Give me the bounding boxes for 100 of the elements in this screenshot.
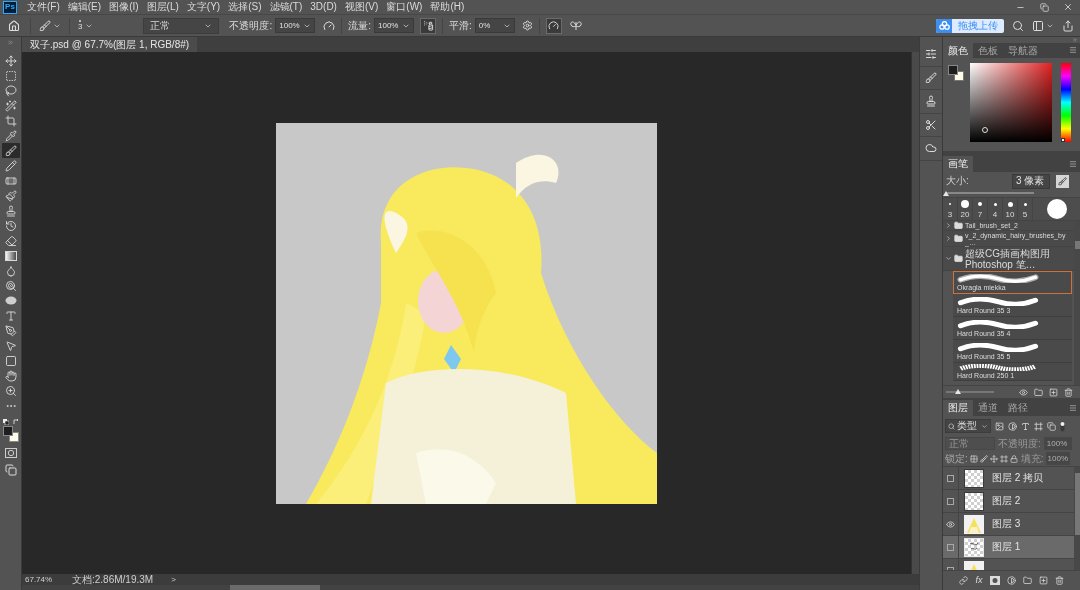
hue-marker-icon[interactable] bbox=[1061, 138, 1065, 142]
image-icon[interactable] bbox=[995, 421, 1004, 431]
panel-tab[interactable]: 图层 bbox=[943, 400, 973, 416]
half-circle-icon[interactable] bbox=[1008, 421, 1017, 431]
brush-preset-button[interactable]: 5 bbox=[1018, 198, 1033, 220]
mode-dropdown[interactable]: 正常 bbox=[143, 17, 220, 34]
layer-row[interactable]: 图层 2 bbox=[943, 490, 1074, 513]
brush-preset-button[interactable]: 10 bbox=[1003, 198, 1018, 220]
brush-preset-button[interactable]: 20 bbox=[958, 198, 973, 220]
color-field[interactable] bbox=[970, 63, 1052, 142]
home-button[interactable] bbox=[6, 17, 22, 34]
menu-item[interactable]: 文字(Y) bbox=[182, 0, 225, 14]
empty-square-icon[interactable] bbox=[947, 474, 954, 482]
eye-icon[interactable] bbox=[1019, 387, 1028, 397]
scrollbar-thumb[interactable] bbox=[1074, 241, 1080, 249]
trash-icon[interactable] bbox=[1064, 387, 1073, 397]
tool-preset-button[interactable] bbox=[39, 17, 61, 34]
vertical-scrollbar[interactable] bbox=[911, 52, 919, 574]
layer-row[interactable]: 图层 2 拷贝 bbox=[943, 467, 1074, 490]
mask-icon[interactable] bbox=[4, 448, 17, 458]
menu-item[interactable]: 图层(L) bbox=[142, 0, 183, 14]
panel-tab[interactable]: 路径 bbox=[1003, 400, 1033, 416]
frame-icon[interactable] bbox=[999, 454, 1008, 463]
menu-item[interactable]: 视图(V) bbox=[340, 0, 383, 14]
panel-tab[interactable]: 画笔 bbox=[943, 156, 973, 172]
workspace-button[interactable] bbox=[1032, 19, 1054, 32]
gauge-icon[interactable] bbox=[323, 19, 336, 32]
brush-tile-icon[interactable] bbox=[1056, 174, 1069, 188]
default-colors-icon[interactable] bbox=[2, 419, 9, 425]
brush-preset-button[interactable]: 4 bbox=[988, 198, 1003, 220]
opacity-field[interactable]: 100% bbox=[275, 18, 316, 33]
foreground-color-swatch[interactable] bbox=[2, 426, 13, 436]
menu-item[interactable]: 3D(D) bbox=[306, 0, 341, 14]
layer-name: 图层 2 拷贝 bbox=[992, 473, 1044, 483]
size-field[interactable]: 3 像素 bbox=[1012, 173, 1050, 189]
type-icon[interactable] bbox=[1021, 421, 1030, 431]
menu-icon[interactable] bbox=[1069, 46, 1077, 54]
empty-square-icon[interactable] bbox=[947, 543, 954, 551]
grid-icon[interactable] bbox=[969, 454, 978, 463]
settings-icon[interactable] bbox=[521, 20, 533, 31]
airbrush-button[interactable] bbox=[420, 17, 436, 34]
panel-tab[interactable]: 通道 bbox=[973, 400, 1003, 416]
brush-icon[interactable] bbox=[925, 71, 937, 84]
link-icon[interactable] bbox=[959, 576, 969, 585]
smoothing-field[interactable]: 0% bbox=[474, 18, 515, 33]
trash-icon[interactable] bbox=[1054, 576, 1064, 585]
layer-row[interactable]: 图层 3 bbox=[943, 513, 1074, 536]
mask-icon[interactable] bbox=[989, 576, 1000, 585]
flow-field[interactable]: 100% bbox=[374, 18, 414, 33]
panel-tab[interactable]: 色板 bbox=[973, 43, 1003, 58]
scissors-icon[interactable] bbox=[925, 118, 937, 131]
sliders-icon[interactable] bbox=[925, 48, 937, 61]
butterfly-icon[interactable] bbox=[569, 20, 582, 31]
share-icon[interactable] bbox=[1062, 19, 1074, 32]
stacked-squares-icon[interactable] bbox=[4, 464, 17, 476]
panel-tab[interactable]: 导航器 bbox=[1003, 43, 1043, 58]
empty-square-icon[interactable] bbox=[947, 497, 954, 505]
brush-folder[interactable]: 超级CG插画构图用 Photoshop 笔… bbox=[943, 247, 1074, 271]
brush-size-picker[interactable]: 3 bbox=[78, 15, 94, 36]
half-circle-icon[interactable] bbox=[1006, 576, 1016, 585]
folder-icon[interactable] bbox=[1034, 387, 1043, 397]
swap-arrow-icon[interactable] bbox=[12, 419, 19, 425]
status-menu-button[interactable]: > bbox=[171, 575, 176, 584]
hue-slider[interactable] bbox=[1061, 63, 1071, 142]
scrollbar-thumb[interactable] bbox=[1074, 473, 1080, 535]
eye-icon[interactable] bbox=[946, 519, 955, 529]
stamp-icon[interactable] bbox=[925, 95, 937, 108]
plus-square-icon[interactable] bbox=[1038, 576, 1048, 585]
brush-preset-button[interactable]: 7 bbox=[973, 198, 988, 220]
menu-item[interactable]: 帮助(H) bbox=[426, 0, 469, 14]
menu-icon[interactable] bbox=[1069, 404, 1077, 412]
menu-item[interactable]: 编辑(E) bbox=[63, 0, 106, 14]
lock-icon[interactable] bbox=[1009, 454, 1018, 463]
menu-icon[interactable] bbox=[1069, 160, 1077, 168]
brush-preset-button[interactable]: 3 bbox=[943, 198, 958, 220]
toggle-icon[interactable] bbox=[1060, 420, 1065, 432]
brush-icon[interactable] bbox=[979, 454, 988, 463]
menu-item[interactable]: 窗口(W) bbox=[382, 0, 427, 14]
folder-icon[interactable] bbox=[1022, 576, 1032, 585]
search-icon[interactable] bbox=[1012, 19, 1024, 32]
menu-item[interactable]: 滤镜(T) bbox=[265, 0, 307, 14]
menu-item[interactable]: 文件(F) bbox=[23, 0, 64, 14]
tool-button[interactable] bbox=[1, 143, 20, 158]
scrollbar-thumb[interactable] bbox=[230, 585, 320, 590]
cloud-icon[interactable] bbox=[925, 142, 937, 155]
fx-button[interactable]: fx bbox=[975, 576, 983, 585]
pressure-size-button[interactable] bbox=[545, 17, 562, 34]
foreground-color-swatch[interactable] bbox=[948, 65, 958, 75]
plus-square-icon[interactable] bbox=[1049, 387, 1058, 397]
layer-filter-dropdown[interactable]: 类型 bbox=[945, 419, 991, 433]
menu-item[interactable]: 选择(S) bbox=[224, 0, 266, 14]
brush-stroke-icon bbox=[957, 319, 1039, 329]
layer-row[interactable]: 图层 1 bbox=[943, 536, 1074, 559]
frame-icon[interactable] bbox=[1034, 421, 1043, 431]
layer-name: 图层 2 bbox=[992, 496, 1021, 506]
move-icon[interactable] bbox=[989, 454, 998, 463]
document-tab[interactable]: 双子.psd @ 67.7%(图层 1, RGB/8#) bbox=[22, 37, 198, 52]
panel-tab[interactable]: 颜色 bbox=[943, 43, 973, 58]
menu-item[interactable]: 图像(I) bbox=[105, 0, 143, 14]
app-logo[interactable]: Ps bbox=[3, 0, 17, 14]
